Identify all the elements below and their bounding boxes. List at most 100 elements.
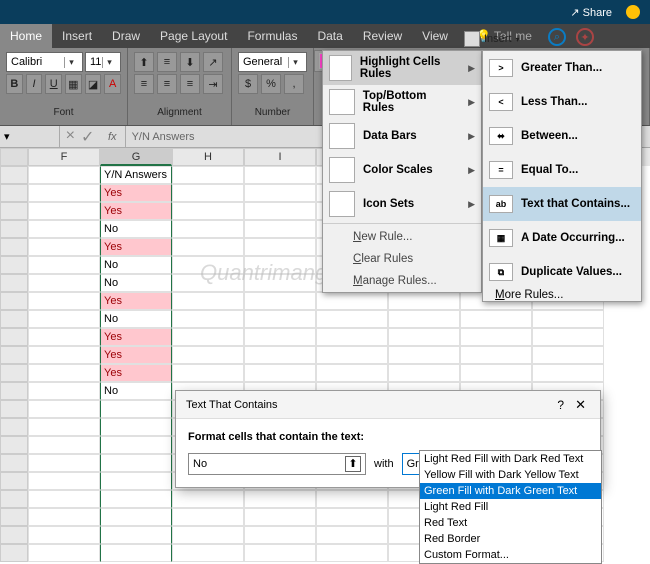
cell[interactable] [316,292,388,310]
formula-input[interactable]: Y/N Answers [126,131,195,143]
cell[interactable] [532,328,604,346]
tab-page-layout[interactable]: Page Layout [150,24,237,48]
cell[interactable] [28,364,100,382]
cell[interactable] [172,202,244,220]
row-header[interactable] [0,508,28,526]
highlight-rule-item[interactable]: ⬌Between... [483,119,641,153]
row-header[interactable] [0,292,28,310]
search-icon[interactable]: ⌕ [548,28,566,46]
column-header[interactable]: H [172,148,244,166]
highlight-rule-item[interactable]: ⧉Duplicate Values... [483,255,641,289]
row-header[interactable] [0,202,28,220]
cell[interactable] [100,400,172,418]
cell[interactable] [388,310,460,328]
cell[interactable] [244,544,316,562]
cell[interactable] [460,328,532,346]
cell[interactable] [244,328,316,346]
cell[interactable] [100,490,172,508]
fill-color-button[interactable]: ◪ [85,74,102,94]
tab-review[interactable]: Review [353,24,412,48]
cell[interactable]: Yes [100,238,172,256]
cell[interactable] [244,256,316,274]
cell[interactable] [460,310,532,328]
cell[interactable] [100,454,172,472]
cell[interactable]: Yes [100,292,172,310]
format-option[interactable]: Custom Format... [420,547,601,563]
cell[interactable]: No [100,382,172,400]
align-center-button[interactable]: ≡ [157,74,177,94]
tab-draw[interactable]: Draw [102,24,150,48]
font-color-button[interactable]: A [104,74,121,94]
cell[interactable] [28,292,100,310]
cell[interactable]: Yes [100,328,172,346]
cell[interactable] [28,544,100,562]
range-picker-icon[interactable]: ⬆ [345,456,361,472]
cell[interactable] [100,508,172,526]
row-header[interactable] [0,454,28,472]
bold-button[interactable]: B [6,74,23,94]
cell[interactable] [316,328,388,346]
cell[interactable] [28,184,100,202]
cell[interactable] [28,346,100,364]
cell[interactable]: Yes [100,202,172,220]
underline-button[interactable]: U [45,74,62,94]
align-right-button[interactable]: ≡ [180,74,200,94]
row-header[interactable] [0,472,28,490]
cell[interactable]: No [100,256,172,274]
cf-menu-action[interactable]: Manage Rules... [323,270,481,292]
confirm-icon[interactable]: ✓ [81,127,94,147]
cell[interactable] [316,310,388,328]
currency-button[interactable]: $ [238,74,258,94]
cell[interactable] [244,346,316,364]
percent-button[interactable]: % [261,74,281,94]
cell[interactable] [28,454,100,472]
cell[interactable] [172,274,244,292]
border-button[interactable]: ▦ [65,74,82,94]
cell[interactable] [28,508,100,526]
indent-button[interactable]: ⇥ [203,74,223,94]
cell[interactable] [388,328,460,346]
highlight-rule-item[interactable]: >Greater Than... [483,51,641,85]
cell[interactable]: Yes [100,364,172,382]
cell[interactable] [388,364,460,382]
cell[interactable] [172,526,244,544]
cell[interactable] [28,256,100,274]
cell[interactable] [172,364,244,382]
ideas-icon[interactable]: ✦ [576,28,594,46]
format-option[interactable]: Red Text [420,515,601,531]
cf-menu-action[interactable]: Clear Rules [323,248,481,270]
cell[interactable] [244,220,316,238]
format-option[interactable]: Green Fill with Dark Green Text [420,483,601,499]
highlight-rule-item[interactable]: <Less Than... [483,85,641,119]
orientation-button[interactable]: ↗ [203,52,223,72]
row-header[interactable] [0,274,28,292]
row-header[interactable] [0,400,28,418]
cell[interactable] [244,310,316,328]
cell[interactable] [28,382,100,400]
cell[interactable] [100,472,172,490]
cf-menu-item[interactable]: Top/Bottom Rules▶ [323,85,481,119]
highlight-rule-item[interactable]: ▦A Date Occurring... [483,221,641,255]
align-top-button[interactable]: ⬆ [134,52,154,72]
row-header[interactable] [0,166,28,184]
column-header[interactable]: I [244,148,316,166]
cell[interactable] [316,526,388,544]
feedback-smile-icon[interactable] [626,5,640,19]
fx-button[interactable]: fx [100,126,126,147]
row-header[interactable] [0,328,28,346]
cell[interactable] [172,292,244,310]
row-header[interactable] [0,346,28,364]
cell[interactable] [28,328,100,346]
cell[interactable] [244,292,316,310]
cell[interactable] [28,310,100,328]
highlight-rule-item[interactable]: abText that Contains... [483,187,641,221]
cell[interactable] [172,508,244,526]
cell[interactable] [532,346,604,364]
tab-home[interactable]: Home [0,24,52,48]
align-bottom-button[interactable]: ⬇ [180,52,200,72]
format-option[interactable]: Yellow Fill with Dark Yellow Text [420,467,601,483]
cell[interactable] [100,544,172,562]
cell[interactable] [28,400,100,418]
cell[interactable] [316,508,388,526]
dialog-help-button[interactable]: ? [553,398,568,412]
